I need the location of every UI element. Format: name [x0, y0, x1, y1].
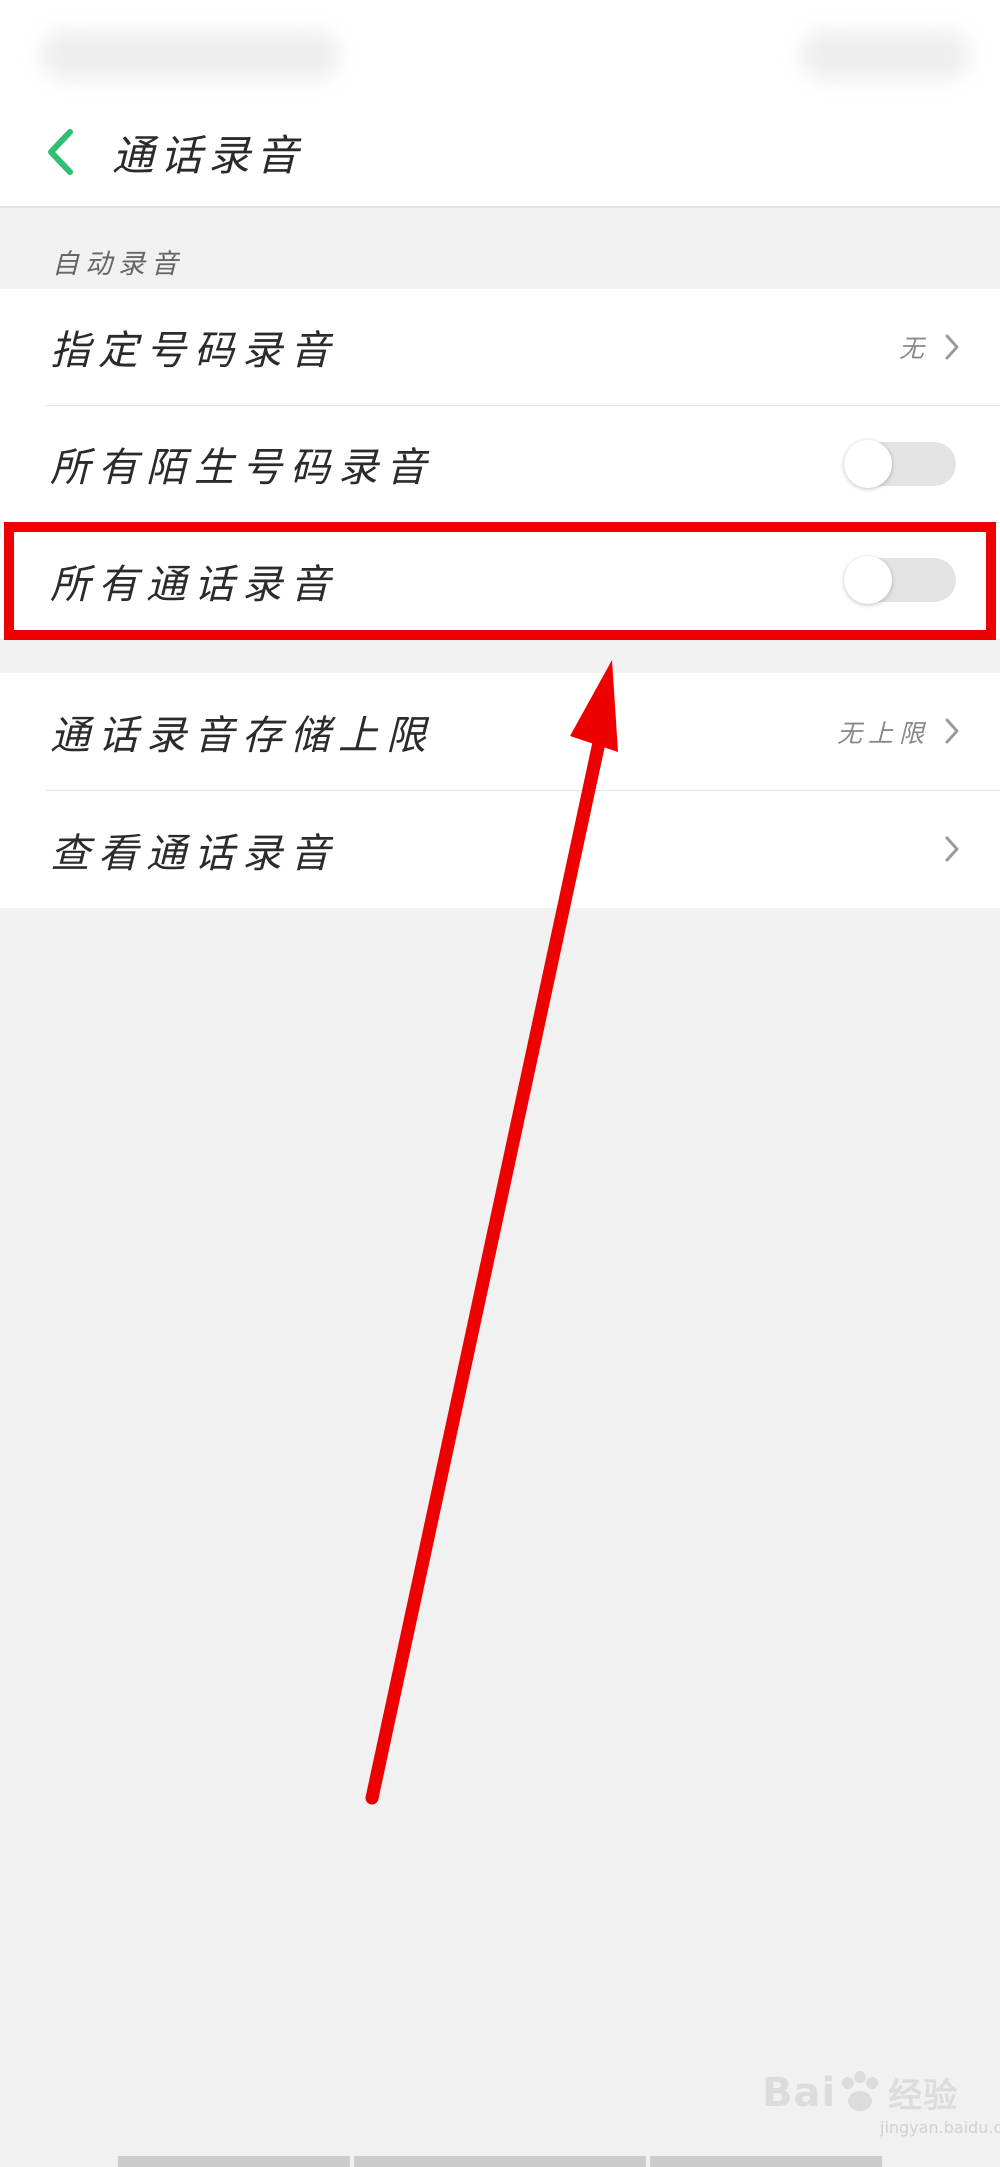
chevron-left-icon: [48, 129, 73, 175]
section-label-auto-record: 自动录音: [52, 249, 184, 280]
status-bar: [0, 0, 1000, 100]
toggle-knob: [844, 440, 892, 488]
row-label: 所有陌生号码录音: [50, 445, 434, 491]
app-header: 通话录音: [0, 100, 1000, 208]
chevron-right-icon: [945, 334, 959, 360]
watermark-url: jingyan.baidu.com: [880, 2118, 1000, 2137]
watermark-brand: Bai: [762, 2069, 837, 2116]
toggle-stranger-recording[interactable]: [844, 440, 956, 488]
page-title: 通话录音: [112, 131, 305, 180]
row-specified-number-recording[interactable]: 指定号码录音 无: [0, 289, 1000, 405]
row-value: 无: [898, 334, 930, 363]
storage-group: 通话录音存储上限 无上限 查看通话录音: [0, 673, 1000, 908]
baidu-watermark: Bai 经验: [762, 2068, 958, 2117]
chevron-right-icon: [945, 836, 959, 862]
nav-bar-segment: [650, 2156, 882, 2167]
row-storage-limit[interactable]: 通话录音存储上限 无上限: [0, 673, 1000, 790]
nav-bar-segment: [354, 2156, 646, 2167]
paw-icon: [842, 2070, 879, 2111]
watermark-brand-2: 经验: [888, 2076, 959, 2116]
row-value: 无上限: [836, 718, 930, 748]
row-label: 通话录音存储上限: [50, 712, 434, 759]
nav-bar-segment: [118, 2156, 350, 2167]
status-bar-left-blurred: [40, 30, 340, 80]
highlight-box: [4, 522, 996, 640]
status-bar-right-blurred: [800, 30, 970, 80]
row-label: 指定号码录音: [50, 328, 338, 374]
row-stranger-number-recording: 所有陌生号码录音: [0, 406, 1000, 522]
row-label: 查看通话录音: [50, 830, 338, 877]
chevron-right-icon: [945, 718, 959, 744]
back-button[interactable]: [30, 112, 90, 192]
row-view-recordings[interactable]: 查看通话录音: [0, 791, 1000, 908]
